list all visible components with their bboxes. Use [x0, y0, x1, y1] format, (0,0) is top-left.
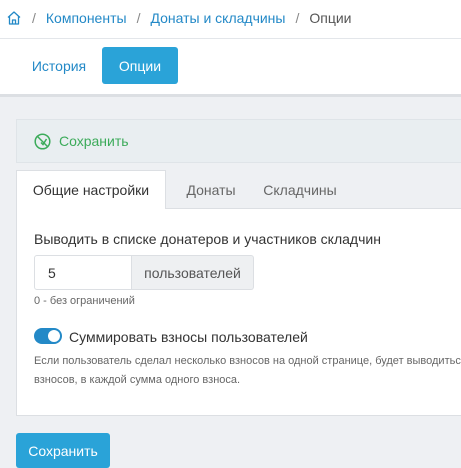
breadcrumb-separator: / [136, 10, 141, 26]
divider [0, 94, 461, 97]
list-count-label: Выводить в списке донатеров и участников… [34, 231, 381, 247]
sum-contributions-toggle[interactable] [34, 328, 62, 344]
breadcrumb-link-donates[interactable]: Донаты и складчины [150, 10, 285, 26]
breadcrumb-separator: / [32, 10, 36, 26]
tab-options[interactable]: Опции [102, 47, 178, 84]
toggle-knob [48, 330, 60, 342]
breadcrumb-current: Опции [309, 10, 352, 26]
save-toolbar[interactable]: Сохранить [16, 119, 461, 163]
top-bar: / Компоненты / Донаты и складчины / Опци… [0, 0, 461, 94]
breadcrumb: / Компоненты / Донаты и складчины / Опци… [6, 9, 352, 27]
save-toolbar-label: Сохранить [59, 133, 129, 149]
settings-tabs: Общие настройки Донаты Складчины [16, 170, 461, 209]
home-icon[interactable] [6, 10, 22, 26]
sum-contributions-label: Суммировать взносы пользователей [69, 329, 308, 345]
list-count-unit: пользователей [132, 255, 254, 290]
list-count-hint: 0 - без ограничений [34, 295, 135, 307]
settings-panel: Выводить в списке донатеров и участников… [16, 208, 461, 416]
list-count-input[interactable]: 5 [34, 255, 132, 290]
tab-donates[interactable]: Донаты [171, 170, 251, 209]
description-line: взносов, в каждой сумма одного взноса. [34, 374, 241, 386]
tab-collects[interactable]: Складчины [254, 170, 346, 209]
breadcrumb-separator: / [295, 10, 300, 26]
list-count-group: 5 пользователей [34, 255, 254, 290]
save-icon [34, 132, 51, 150]
divider [0, 38, 461, 39]
save-button[interactable]: Сохранить [16, 433, 110, 468]
description-line: Если пользователь сделал несколько взнос… [34, 355, 461, 367]
sum-contributions-description: Если пользователь сделал несколько взнос… [34, 352, 461, 390]
breadcrumb-link-components[interactable]: Компоненты [46, 10, 127, 26]
tab-history[interactable]: История [20, 47, 98, 84]
tab-general-settings[interactable]: Общие настройки [16, 170, 166, 209]
